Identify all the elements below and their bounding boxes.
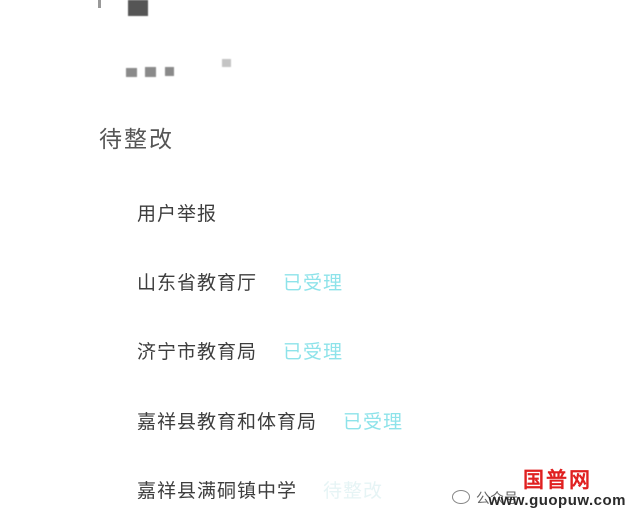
progress-step: 嘉祥县满硐镇中学 待整改 [137, 477, 383, 505]
status-heading: 待整改 [99, 127, 174, 153]
site-url: www.guopuw.com [488, 492, 626, 509]
progress-step: 嘉祥县教育和体育局 已受理 [137, 408, 403, 436]
brand-logo: 国普网 [523, 467, 592, 492]
top-mark [98, 0, 101, 8]
redacted-block [128, 0, 148, 16]
redacted-block [145, 67, 156, 77]
redacted-block [222, 59, 231, 67]
redacted-block [126, 68, 137, 77]
status-badge: 已受理 [283, 272, 344, 294]
site-watermark: 国普网 www.guopuw.com [436, 464, 626, 524]
step-label: 济宁市教育局 [137, 341, 258, 363]
step-label: 山东省教育厅 [137, 272, 258, 294]
step-label: 用户举报 [137, 203, 218, 225]
redacted-block [165, 67, 174, 76]
progress-step: 济宁市教育局 已受理 [137, 338, 343, 366]
step-label: 嘉祥县满硐镇中学 [137, 480, 298, 502]
step-label: 嘉祥县教育和体育局 [137, 411, 318, 433]
status-badge: 待整改 [323, 480, 384, 502]
status-badge: 已受理 [343, 411, 404, 433]
progress-step: 用户举报 [137, 200, 217, 228]
progress-step: 山东省教育厅 已受理 [137, 269, 343, 297]
status-badge: 已受理 [283, 341, 344, 363]
